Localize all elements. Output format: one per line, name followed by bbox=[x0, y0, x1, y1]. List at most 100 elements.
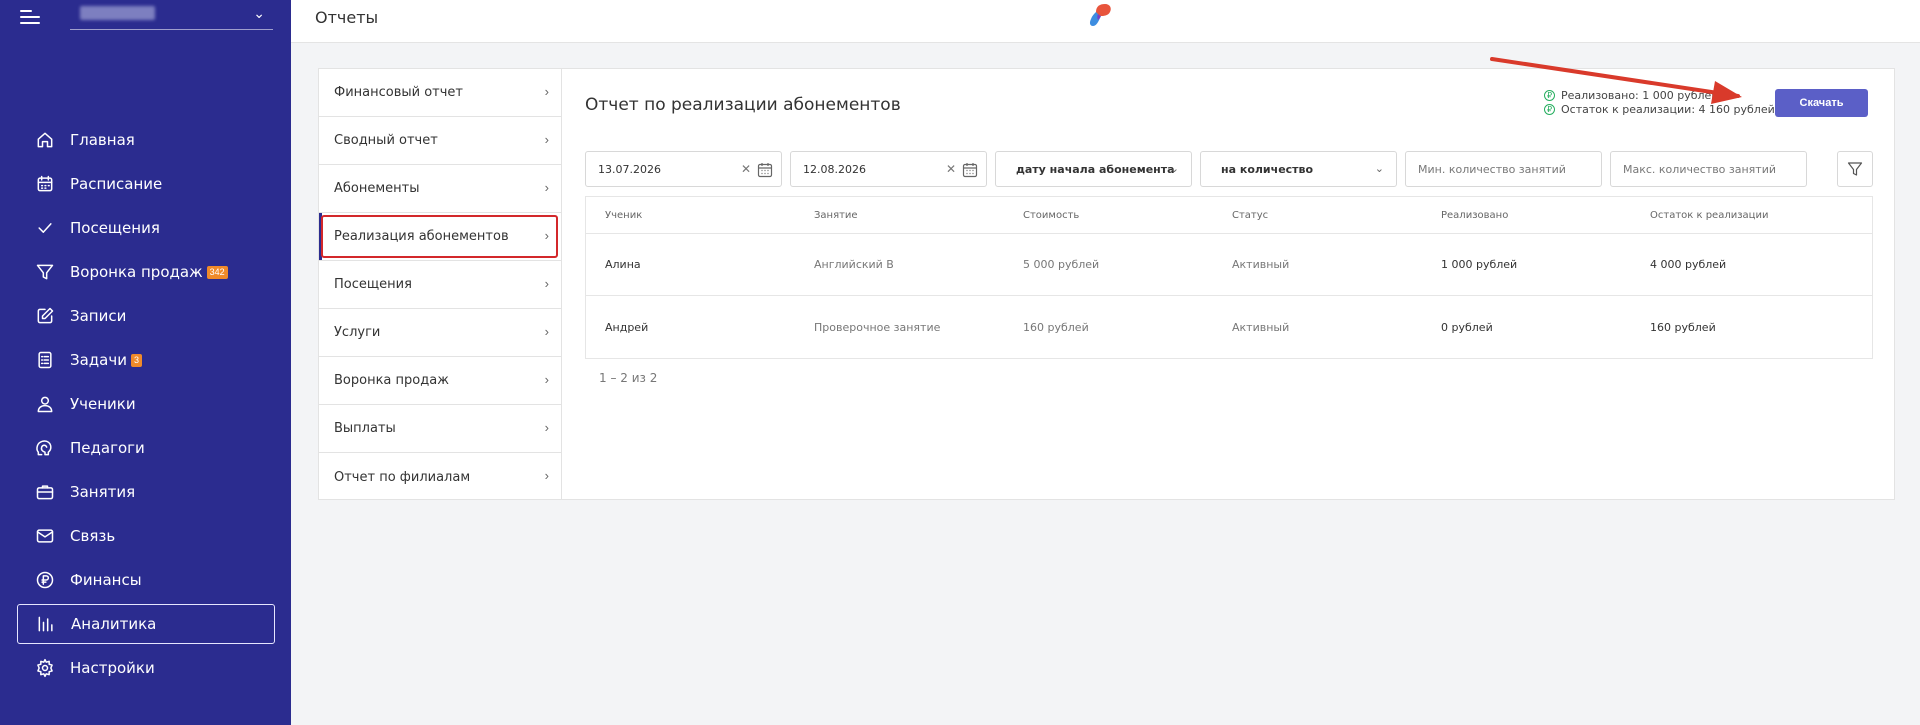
cell-status: Активный bbox=[1232, 258, 1290, 271]
report-menu-item-attendance[interactable]: Посещения › bbox=[319, 261, 561, 309]
date-from-value: 13.07.2026 bbox=[598, 163, 661, 176]
sidebar-item-settings[interactable]: Настройки bbox=[17, 648, 275, 688]
report-menu-item-branches[interactable]: Отчет по филиалам › bbox=[319, 453, 561, 501]
chevron-down-icon: ⌄ bbox=[1169, 163, 1179, 175]
max-lessons-input[interactable]: Макс. количество занятий bbox=[1610, 151, 1807, 187]
chevron-down-icon: ⌄ bbox=[1374, 163, 1384, 175]
date-type-value: дату начала абонемента bbox=[1016, 163, 1175, 176]
sidebar-item-label: Задачи bbox=[70, 351, 127, 369]
report-table: Ученик Занятие Стоимость Статус Реализов… bbox=[585, 196, 1873, 359]
sidebar-item-finance[interactable]: Финансы bbox=[17, 560, 275, 600]
top-header: Отчеты bbox=[291, 0, 1920, 43]
date-to-field[interactable]: 12.08.2026 ✕ bbox=[790, 151, 987, 187]
calendar-icon bbox=[34, 173, 56, 195]
filter-button[interactable] bbox=[1837, 151, 1873, 187]
chevron-right-icon: › bbox=[544, 228, 549, 243]
report-menu-item-subscription-realization[interactable]: Реализация абонементов › bbox=[319, 213, 561, 261]
summary-realized: ₽ Реализовано: 1 000 рублей bbox=[1544, 88, 1749, 102]
cell-status: Активный bbox=[1232, 320, 1290, 334]
pagination-info: 1 – 2 из 2 bbox=[599, 371, 658, 385]
cell-cost: 5 000 рублей bbox=[1023, 258, 1100, 271]
column-header-remaining[interactable]: Остаток к реализации bbox=[1631, 210, 1840, 221]
report-menu-item-services[interactable]: Услуги › bbox=[319, 309, 561, 357]
report-menu: Финансовый отчет › Сводный отчет › Абоне… bbox=[318, 68, 562, 500]
download-button[interactable]: Скачать bbox=[1775, 89, 1868, 117]
sidebar-item-tasks[interactable]: Задачи 3 bbox=[17, 340, 275, 380]
sidebar-item-label: Ученики bbox=[70, 395, 136, 413]
cell-student: Алина bbox=[605, 258, 641, 271]
sidebar-item-label: Настройки bbox=[70, 659, 155, 677]
sidebar-item-attendance[interactable]: Посещения bbox=[17, 208, 275, 248]
column-header-cost[interactable]: Стоимость bbox=[1004, 210, 1213, 221]
page-title: Отчеты bbox=[315, 8, 379, 27]
tasks-icon bbox=[34, 349, 56, 371]
analytics-icon bbox=[35, 613, 57, 635]
chevron-right-icon: › bbox=[544, 468, 549, 483]
chevron-right-icon: › bbox=[544, 84, 549, 99]
menu-icon[interactable] bbox=[20, 10, 40, 24]
date-from-field[interactable]: 13.07.2026 ✕ bbox=[585, 151, 782, 187]
clear-icon[interactable]: ✕ bbox=[741, 162, 751, 176]
sidebar-item-communication[interactable]: Связь bbox=[17, 516, 275, 556]
sidebar-item-teachers[interactable]: Педагоги bbox=[17, 428, 275, 468]
cell-lesson: Проверочное занятие bbox=[814, 320, 941, 334]
cell-realized: 0 рублей bbox=[1441, 320, 1493, 334]
sidebar-item-sales-funnel[interactable]: Воронка продаж 342 bbox=[17, 252, 275, 292]
sidebar-item-students[interactable]: Ученики bbox=[17, 384, 275, 424]
funnel-icon bbox=[34, 261, 56, 283]
sidebar-item-label: Занятия bbox=[70, 483, 136, 501]
edit-icon bbox=[34, 305, 56, 327]
report-menu-item-subscriptions[interactable]: Абонементы › bbox=[319, 165, 561, 213]
ruble-icon: ₽ bbox=[1544, 103, 1555, 115]
user-icon bbox=[34, 393, 56, 415]
report-menu-label: Посещения bbox=[334, 277, 412, 292]
date-type-select[interactable]: дату начала абонемента ⌄ bbox=[995, 151, 1192, 187]
min-lessons-input[interactable]: Мин. количество занятий bbox=[1405, 151, 1602, 187]
report-menu-item-summary[interactable]: Сводный отчет › bbox=[319, 117, 561, 165]
sidebar-item-records[interactable]: Записи bbox=[17, 296, 275, 336]
column-header-realized[interactable]: Реализовано bbox=[1422, 210, 1631, 221]
organization-name-blurred bbox=[80, 6, 155, 20]
sidebar-item-lessons[interactable]: Занятия bbox=[17, 472, 275, 512]
calendar-icon[interactable] bbox=[962, 162, 978, 178]
teacher-icon bbox=[34, 437, 56, 459]
ruble-icon bbox=[34, 569, 56, 591]
sidebar-item-label: Главная bbox=[70, 131, 135, 149]
table-row[interactable]: Алина Английский В 5 000 рублей Активный… bbox=[586, 234, 1872, 296]
report-menu-item-payouts[interactable]: Выплаты › bbox=[319, 405, 561, 453]
home-icon bbox=[34, 129, 56, 151]
sidebar-item-label: Аналитика bbox=[71, 615, 157, 633]
chevron-right-icon: › bbox=[544, 276, 549, 291]
count-type-select[interactable]: на количество ⌄ bbox=[1200, 151, 1397, 187]
organization-select[interactable]: ⌄ bbox=[70, 2, 273, 30]
clear-icon[interactable]: ✕ bbox=[946, 162, 956, 176]
sidebar-item-label: Воронка продаж bbox=[70, 263, 203, 281]
sidebar-item-label: Финансы bbox=[70, 571, 142, 589]
count-badge: 342 bbox=[206, 265, 228, 279]
column-header-student[interactable]: Ученик bbox=[586, 210, 795, 221]
sidebar-item-analytics[interactable]: Аналитика bbox=[17, 604, 275, 644]
calendar-icon[interactable] bbox=[757, 162, 773, 178]
summary-remaining: ₽ Остаток к реализации: 4 160 рублей bbox=[1544, 102, 1775, 116]
sidebar-top: ⌄ bbox=[0, 0, 291, 40]
cell-remaining: 160 рублей bbox=[1650, 320, 1716, 334]
chevron-right-icon: › bbox=[544, 180, 549, 195]
settings-icon bbox=[34, 657, 56, 679]
column-header-lesson[interactable]: Занятие bbox=[795, 210, 1004, 221]
report-menu-item-sales-funnel[interactable]: Воронка продаж › bbox=[319, 357, 561, 405]
report-menu-item-financial[interactable]: Финансовый отчет › bbox=[319, 69, 561, 117]
chevron-down-icon: ⌄ bbox=[253, 5, 265, 21]
cell-realized: 1 000 рублей bbox=[1441, 258, 1518, 271]
filter-icon bbox=[1847, 162, 1863, 176]
column-header-status[interactable]: Статус bbox=[1213, 210, 1422, 221]
chevron-right-icon: › bbox=[544, 324, 549, 339]
report-panel: Отчет по реализации абонементов ₽ Реализ… bbox=[562, 68, 1895, 500]
table-row[interactable]: Андрей Проверочное занятие 160 рублей Ак… bbox=[586, 296, 1872, 358]
sidebar-item-label: Связь bbox=[70, 527, 116, 545]
chevron-right-icon: › bbox=[544, 420, 549, 435]
report-menu-label: Отчет по филиалам bbox=[334, 469, 471, 485]
check-icon bbox=[34, 217, 56, 239]
sidebar-item-label: Посещения bbox=[70, 219, 160, 237]
sidebar-item-home[interactable]: Главная bbox=[17, 120, 275, 160]
sidebar-item-schedule[interactable]: Расписание bbox=[17, 164, 275, 204]
